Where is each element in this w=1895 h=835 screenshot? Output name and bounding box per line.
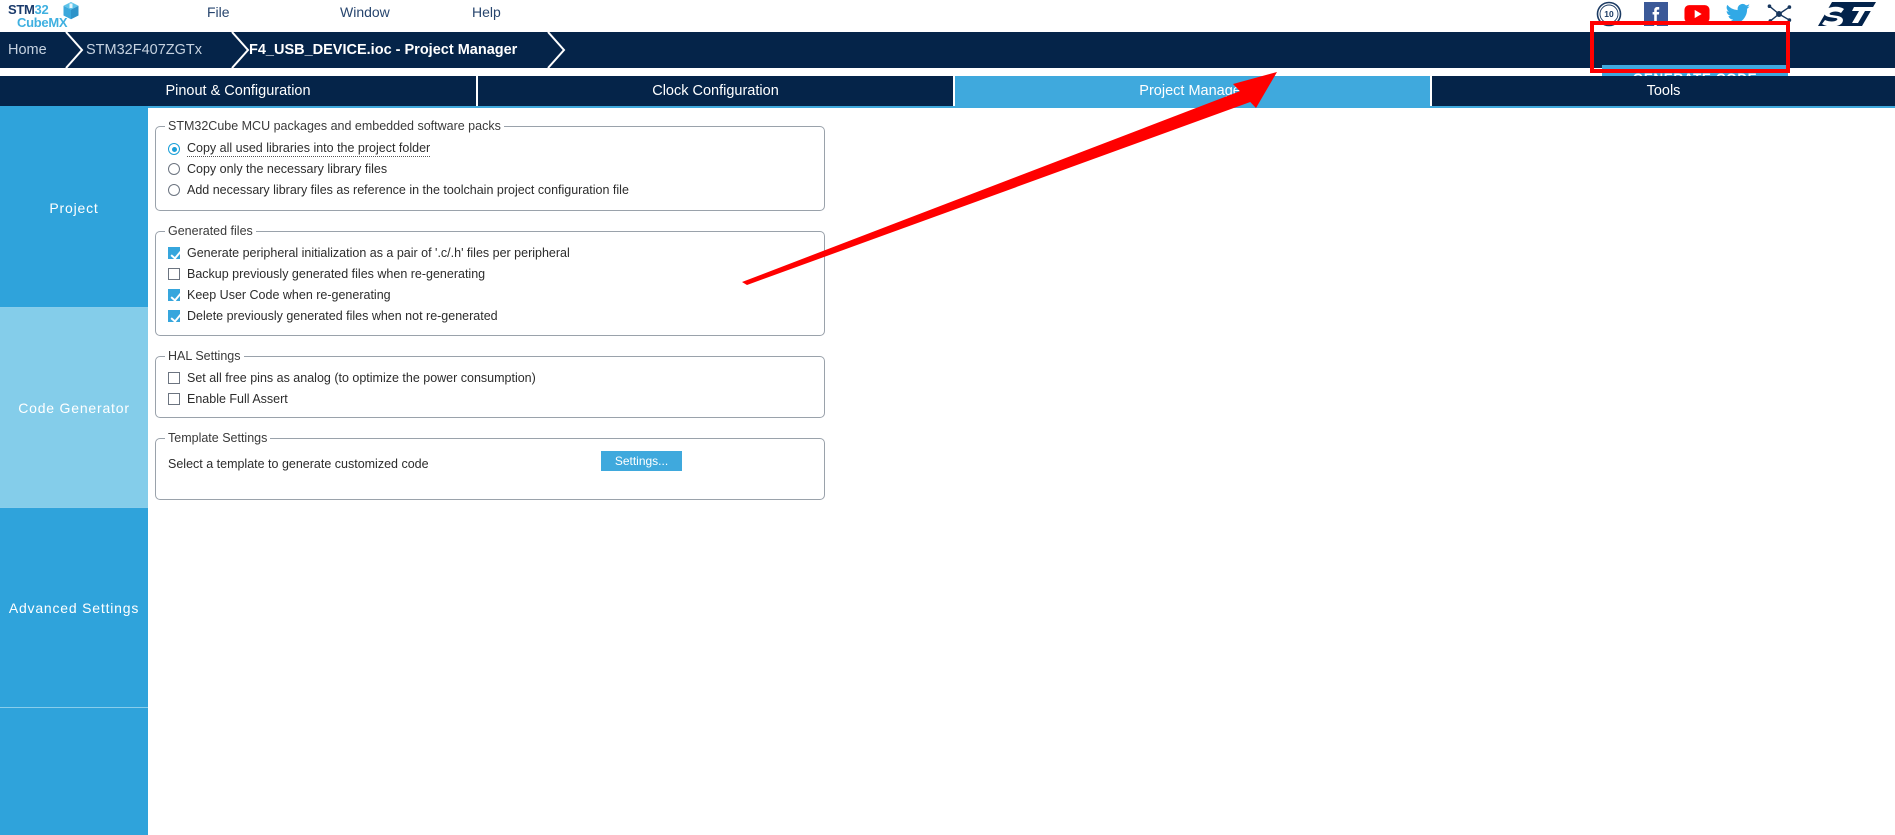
checkbox-set-free-pins-analog[interactable]: Set all free pins as analog (to optimize… [168, 371, 536, 385]
template-settings-button[interactable]: Settings... [601, 451, 682, 471]
menu-bar: STM32 CubeMX File Window Help 10 [0, 0, 1895, 32]
breadcrumb-bar: Home STM32F407ZGTx F4_USB_DEVICE.ioc - P… [0, 32, 1895, 91]
checkbox-keep-user-code-label: Keep User Code when re-generating [187, 288, 391, 302]
checkbox-delete-previously-generated[interactable]: Delete previously generated files when n… [168, 309, 498, 323]
tab-clock-configuration[interactable]: Clock Configuration [478, 76, 955, 106]
project-manager-sidebar: Project Code Generator Advanced Settings [0, 108, 148, 835]
radio-copy-all-libraries-label: Copy all used libraries into the project… [187, 141, 431, 157]
chevron-right-icon [547, 32, 566, 68]
sidebar-item-empty[interactable] [0, 708, 148, 835]
tab-project-manager[interactable]: Project Manager [955, 76, 1432, 106]
breadcrumb-current-page: F4_USB_DEVICE.ioc - Project Manager [249, 42, 518, 58]
radio-indicator[interactable] [168, 143, 180, 155]
mcu-packages-title: STM32Cube MCU packages and embedded soft… [165, 119, 504, 133]
checkbox-keep-user-code[interactable]: Keep User Code when re-generating [168, 288, 391, 302]
social-icon-bar: 10 [0, 0, 1895, 30]
sidebar-item-code-generator[interactable]: Code Generator [0, 308, 148, 508]
checkbox-indicator[interactable] [168, 247, 180, 259]
generated-files-title: Generated files [165, 224, 256, 238]
breadcrumb-mcu[interactable]: STM32F407ZGTx [86, 32, 202, 68]
sidebar-item-project[interactable]: Project [0, 108, 148, 308]
checkbox-generate-peripheral-init-pair-label: Generate peripheral initialization as a … [187, 246, 570, 260]
radio-indicator[interactable] [168, 184, 180, 196]
main-tab-bar: Pinout & Configuration Clock Configurati… [0, 76, 1895, 106]
hal-settings-groupbox: HAL Settings Set all free pins as analog… [155, 349, 825, 418]
breadcrumb-home[interactable]: Home [8, 32, 47, 68]
template-settings-groupbox: Template Settings Select a template to g… [155, 431, 825, 500]
svg-text:10: 10 [1604, 9, 1614, 19]
chevron-right-icon [65, 32, 84, 68]
stm32cubemx-window: STM32 CubeMX File Window Help 10 Home ST… [0, 0, 1895, 835]
checkbox-generate-peripheral-init-pair[interactable]: Generate peripheral initialization as a … [168, 246, 570, 260]
checkbox-set-free-pins-analog-label: Set all free pins as analog (to optimize… [187, 371, 536, 385]
checkbox-backup-previously-generated-label: Backup previously generated files when r… [187, 267, 486, 281]
anniversary-10-icon[interactable]: 10 [1596, 1, 1622, 27]
radio-copy-necessary-libraries-label: Copy only the necessary library files [187, 162, 388, 176]
mcu-packages-groupbox: STM32Cube MCU packages and embedded soft… [155, 119, 825, 211]
hal-settings-title: HAL Settings [165, 349, 244, 363]
checkbox-indicator[interactable] [168, 310, 180, 322]
radio-add-library-reference-label: Add necessary library files as reference… [187, 183, 629, 197]
checkbox-indicator[interactable] [168, 268, 180, 280]
checkbox-delete-previously-generated-label: Delete previously generated files when n… [187, 309, 498, 323]
community-icon[interactable] [1766, 1, 1792, 27]
checkbox-indicator[interactable] [168, 372, 180, 384]
radio-indicator[interactable] [168, 163, 180, 175]
radio-copy-all-libraries[interactable]: Copy all used libraries into the project… [168, 141, 431, 157]
facebook-icon[interactable] [1643, 1, 1669, 27]
checkbox-backup-previously-generated[interactable]: Backup previously generated files when r… [168, 267, 485, 281]
checkbox-indicator[interactable] [168, 289, 180, 301]
radio-add-library-reference[interactable]: Add necessary library files as reference… [168, 183, 629, 197]
template-settings-description: Select a template to generate customized… [168, 457, 429, 471]
template-settings-title: Template Settings [165, 431, 271, 445]
code-generator-panel: STM32Cube MCU packages and embedded soft… [148, 108, 1895, 835]
sidebar-item-advanced-settings[interactable]: Advanced Settings [0, 508, 148, 708]
tab-tools[interactable]: Tools [1432, 76, 1895, 106]
youtube-icon[interactable] [1684, 1, 1710, 27]
twitter-icon[interactable] [1725, 1, 1751, 27]
radio-copy-necessary-libraries[interactable]: Copy only the necessary library files [168, 162, 387, 176]
tab-pinout-configuration[interactable]: Pinout & Configuration [0, 76, 478, 106]
generated-files-groupbox: Generated files Generate peripheral init… [155, 224, 825, 336]
checkbox-indicator[interactable] [168, 393, 180, 405]
checkbox-enable-full-assert-label: Enable Full Assert [187, 392, 288, 406]
st-logo-icon[interactable] [1812, 1, 1882, 27]
checkbox-enable-full-assert[interactable]: Enable Full Assert [168, 392, 288, 406]
